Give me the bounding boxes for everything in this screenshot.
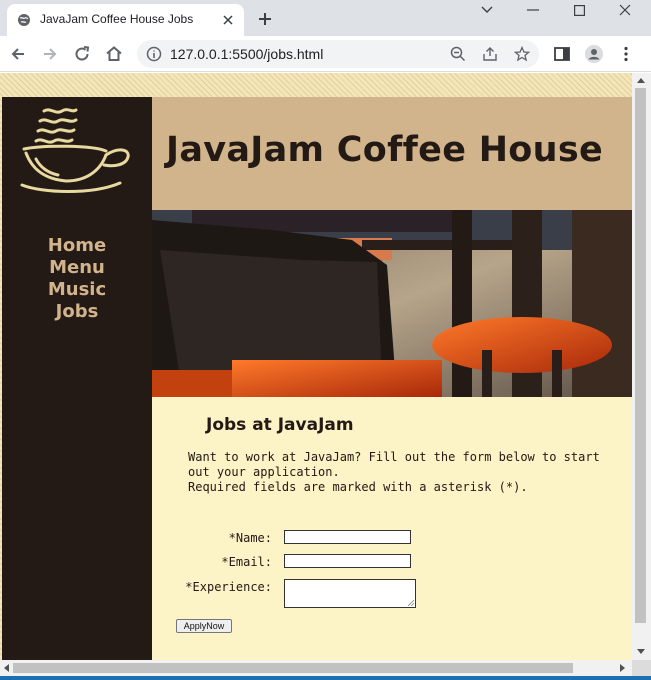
logo — [2, 97, 152, 210]
tab-search-button[interactable] — [464, 0, 510, 20]
profile-avatar-icon[interactable] — [584, 44, 604, 64]
name-input[interactable] — [284, 530, 411, 544]
required-note: Required fields are marked with a asteri… — [188, 480, 528, 494]
page-viewport: Home Menu Music Jobs JavaJam Coffee Hous… — [0, 73, 632, 660]
nav-link-music[interactable]: Music — [2, 279, 152, 301]
vertical-scrollbar[interactable] — [632, 73, 651, 660]
resize-grip-icon[interactable] — [408, 600, 414, 606]
close-tab-icon[interactable] — [221, 13, 235, 27]
close-icon — [619, 4, 631, 16]
bookmark-star-icon[interactable] — [514, 46, 530, 62]
horizontal-scrollbar[interactable] — [0, 660, 632, 676]
hero-image — [152, 210, 632, 397]
email-input[interactable] — [284, 554, 411, 568]
page-heading: Jobs at JavaJam — [206, 415, 354, 435]
reload-icon[interactable] — [72, 44, 92, 64]
vertical-scroll-thumb[interactable] — [635, 88, 646, 623]
maximize-icon — [573, 4, 585, 16]
cafe-chairs-photo — [152, 210, 632, 397]
nav-link-menu[interactable]: Menu — [2, 257, 152, 279]
zoom-out-icon[interactable] — [450, 46, 466, 62]
new-tab-icon[interactable] — [256, 10, 274, 28]
scroll-right-arrow-icon[interactable] — [620, 664, 626, 672]
tab-title: JavaJam Coffee House Jobs — [40, 12, 194, 26]
tab-strip: JavaJam Coffee House Jobs — [0, 0, 651, 36]
minimize-icon — [527, 9, 539, 11]
site-title: JavaJam Coffee House — [166, 130, 604, 170]
maximize-button[interactable] — [556, 0, 602, 20]
experience-label: *Experience: — [185, 580, 272, 594]
scrollbar-corner — [632, 660, 651, 676]
home-icon[interactable] — [104, 44, 124, 64]
experience-textarea[interactable] — [284, 579, 416, 608]
taskbar-edge — [0, 676, 651, 680]
horizontal-scroll-thumb[interactable] — [13, 663, 573, 673]
minimize-button[interactable] — [510, 0, 556, 20]
back-arrow-icon[interactable] — [8, 44, 28, 64]
scroll-up-arrow-icon[interactable] — [637, 77, 645, 83]
scroll-down-arrow-icon[interactable] — [637, 649, 645, 655]
page-wrapper: Home Menu Music Jobs JavaJam Coffee Hous… — [2, 97, 632, 660]
browser-toolbar: 127.0.0.1:5500/jobs.html — [0, 36, 651, 72]
main-content: Jobs at JavaJam Want to work at JavaJam?… — [152, 397, 632, 660]
share-icon[interactable] — [482, 46, 498, 62]
browser-tab[interactable]: JavaJam Coffee House Jobs — [7, 4, 244, 36]
intro-text: Want to work at JavaJam? Fill out the fo… — [188, 450, 618, 495]
forward-arrow-icon[interactable] — [40, 44, 60, 64]
main-nav: Home Menu Music Jobs — [2, 235, 152, 323]
url-text[interactable]: 127.0.0.1:5500/jobs.html — [170, 46, 323, 62]
address-bar[interactable]: 127.0.0.1:5500/jobs.html — [137, 40, 539, 68]
side-panel-icon[interactable] — [552, 44, 572, 64]
site-header: JavaJam Coffee House — [152, 97, 632, 210]
scroll-left-arrow-icon[interactable] — [3, 664, 9, 672]
globe-icon — [18, 14, 30, 26]
nav-link-home[interactable]: Home — [2, 235, 152, 257]
name-label: *Name: — [228, 531, 272, 545]
kebab-menu-icon[interactable] — [616, 44, 636, 64]
info-icon[interactable] — [146, 46, 162, 62]
nav-link-jobs[interactable]: Jobs — [2, 301, 152, 323]
apply-now-button[interactable]: ApplyNow — [176, 619, 232, 633]
intro-paragraph: Want to work at JavaJam? Fill out the fo… — [188, 450, 600, 479]
coffee-cup-logo-icon — [20, 108, 130, 193]
chevron-down-icon — [481, 6, 493, 13]
email-label: *Email: — [221, 555, 272, 569]
close-window-button[interactable] — [602, 0, 648, 20]
